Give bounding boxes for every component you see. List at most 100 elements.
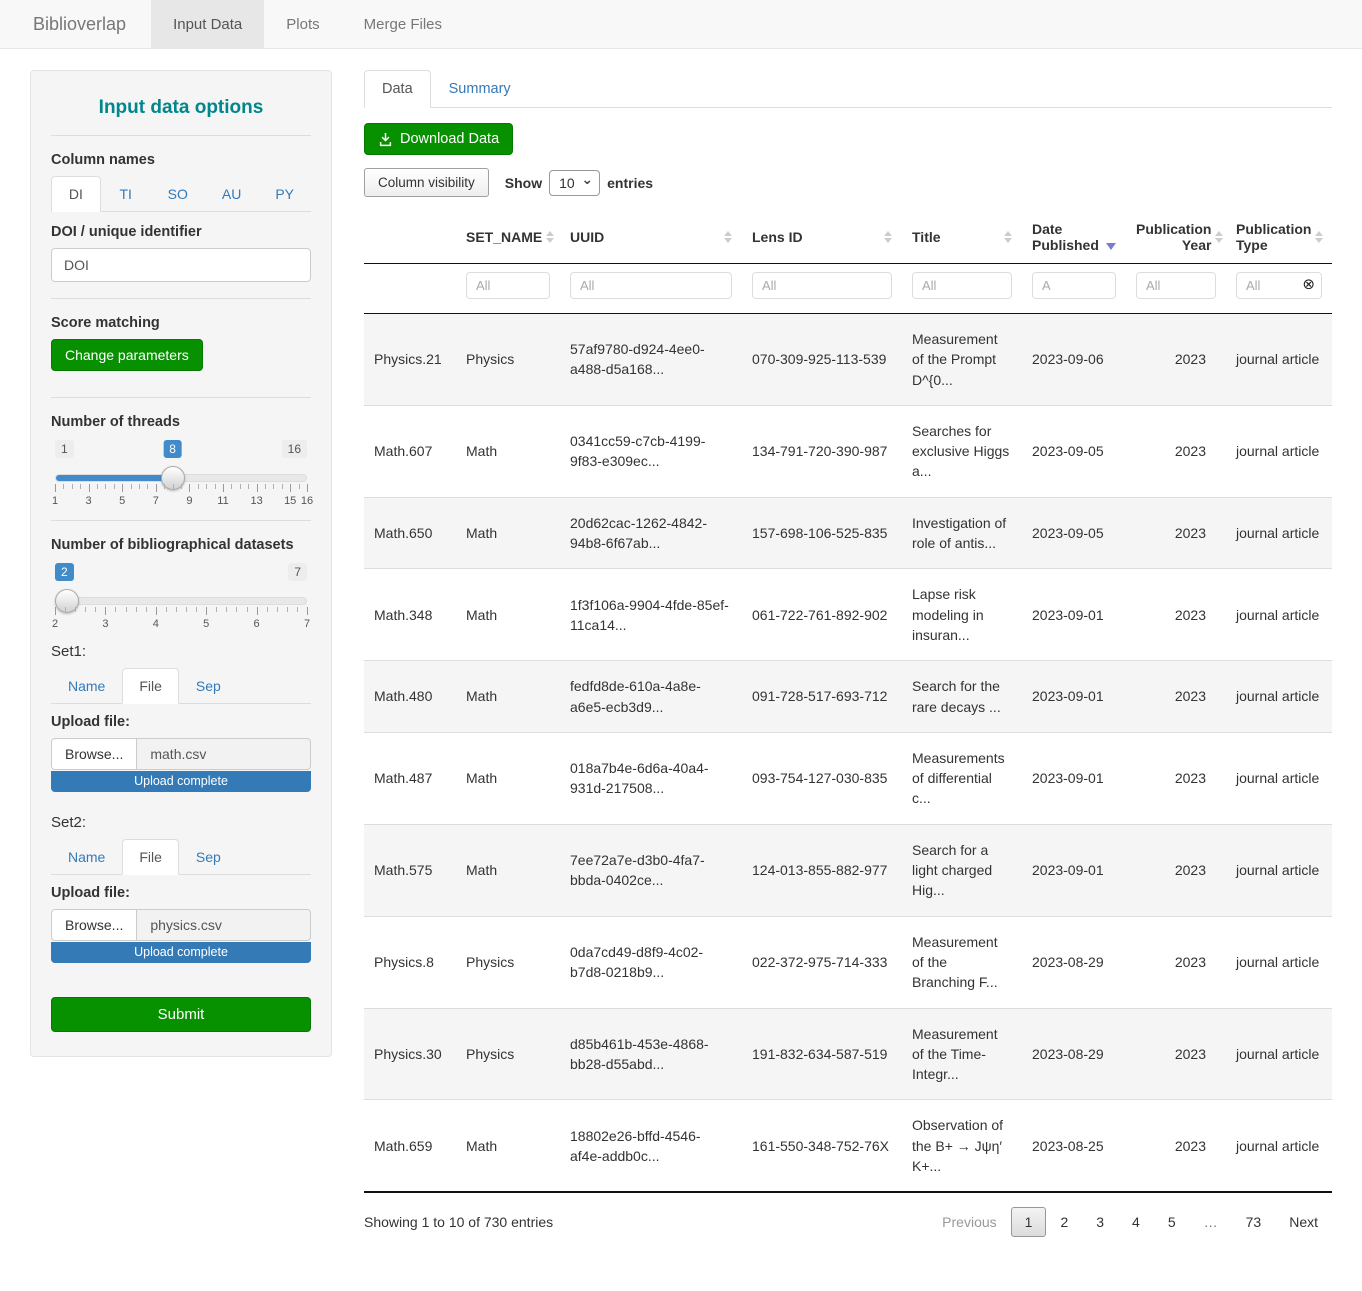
slider-tick-label: 3 [102, 618, 108, 630]
pagination-button-5[interactable]: 5 [1154, 1207, 1190, 1237]
column-filter-input[interactable] [1136, 272, 1216, 299]
title-cell: Measurement of the Prompt D^{0... [902, 314, 1022, 406]
pagination-button-3[interactable]: 3 [1082, 1207, 1118, 1237]
publication-type-cell: journal article [1226, 916, 1332, 1008]
threads-slider[interactable]: 11681357911131516 [55, 474, 307, 482]
column-header-label: Publication Type [1236, 221, 1311, 253]
column-filter-input[interactable] [1032, 272, 1116, 299]
tab-summary[interactable]: Summary [431, 70, 529, 108]
table-row[interactable]: Math.659Math18802e26-bffd-4546-af4e-addb… [364, 1100, 1332, 1192]
column-header-lens-id[interactable]: Lens ID [742, 211, 902, 264]
column-tab-di[interactable]: DI [51, 176, 101, 212]
column-filter-input[interactable] [752, 272, 892, 299]
sort-icon[interactable] [884, 231, 892, 243]
pagination-button-73[interactable]: 73 [1232, 1207, 1276, 1237]
set1-file-name[interactable]: math.csv [137, 738, 311, 770]
slider-tick-label: 1 [52, 495, 58, 507]
column-header-uuid[interactable]: UUID [560, 211, 742, 264]
threads-label: Number of threads [51, 414, 311, 430]
column-tab-au[interactable]: AU [205, 176, 258, 212]
pagination: Previous12345…73Next [928, 1207, 1332, 1237]
publication-year-cell: 2023 [1126, 497, 1226, 569]
sort-icon[interactable] [546, 231, 554, 243]
download-data-button[interactable]: Download Data [364, 123, 513, 155]
table-row[interactable]: Math.650Math20d62cac-1262-4842-94b8-6f67… [364, 497, 1332, 569]
slider-tick-label: 13 [250, 495, 262, 507]
pagination-button-2[interactable]: 2 [1046, 1207, 1082, 1237]
column-filter-cell [902, 264, 1022, 314]
column-header-publication-type[interactable]: Publication Type [1226, 211, 1332, 264]
row-name-cell: Physics.8 [364, 916, 456, 1008]
column-filter-input[interactable] [912, 272, 1012, 299]
page-length-select[interactable]: 10 [549, 170, 600, 196]
nav-tab-input-data[interactable]: Input Data [151, 0, 264, 48]
column-header-label: Title [912, 229, 941, 245]
set2-tab-name[interactable]: Name [51, 839, 122, 875]
uuid-cell: fedfd8de-610a-4a8e-a6e5-ecb3d9... [560, 661, 742, 733]
table-row[interactable]: Math.487Math018a7b4e-6d6a-40a4-931d-2175… [364, 732, 1332, 824]
nav-tab-plots[interactable]: Plots [264, 0, 341, 48]
datasets-slider[interactable]: 72234567 [55, 597, 307, 605]
slider-tick-label: 11 [217, 495, 228, 507]
date-published-cell: 2023-09-01 [1022, 569, 1126, 661]
set-name-cell: Math [456, 497, 560, 569]
set-name-cell: Physics [456, 1008, 560, 1100]
column-visibility-button[interactable]: Column visibility [364, 168, 489, 197]
nav-tab-merge-files[interactable]: Merge Files [342, 0, 464, 48]
table-row[interactable]: Math.575Math7ee72a7e-d3b0-4fa7-bbda-0402… [364, 824, 1332, 916]
column-name-tabs: DITISOAUPY [51, 176, 311, 212]
set2-tab-file[interactable]: File [122, 839, 179, 875]
slider-tick-label: 5 [119, 495, 125, 507]
set1-upload-label: Upload file: [51, 714, 311, 730]
table-row[interactable]: Physics.30Physicsd85b461b-453e-4868-bb28… [364, 1008, 1332, 1100]
publication-type-cell: journal article [1226, 314, 1332, 406]
column-tab-py[interactable]: PY [258, 176, 311, 212]
clear-filter-icon[interactable]: ⊗ [1302, 275, 1315, 293]
lens-id-cell: 022-372-975-714-333 [742, 916, 902, 1008]
set-name-cell: Math [456, 661, 560, 733]
table-row[interactable]: Math.607Math0341cc59-c7cb-4199-9f83-e309… [364, 405, 1332, 497]
slider-tick-label: 6 [254, 618, 260, 630]
divider [51, 397, 311, 398]
date-published-cell: 2023-09-01 [1022, 824, 1126, 916]
column-header-title[interactable]: Title [902, 211, 1022, 264]
column-header-date-published[interactable]: Date Published [1022, 211, 1126, 264]
table-row[interactable]: Math.480Mathfedfd8de-610a-4a8e-a6e5-ecb3… [364, 661, 1332, 733]
pagination-button-next[interactable]: Next [1275, 1207, 1332, 1237]
row-name-cell: Physics.21 [364, 314, 456, 406]
submit-button[interactable]: Submit [51, 997, 311, 1032]
set1-tab-file[interactable]: File [122, 668, 179, 704]
row-name-cell: Math.650 [364, 497, 456, 569]
sort-icon[interactable] [1315, 231, 1323, 243]
slider-tick-label: 2 [52, 618, 58, 630]
publication-year-cell: 2023 [1126, 1100, 1226, 1192]
column-tab-so[interactable]: SO [151, 176, 205, 212]
column-header-publication-year[interactable]: Publication Year [1126, 211, 1226, 264]
row-name-cell: Math.607 [364, 405, 456, 497]
set2-browse-button[interactable]: Browse... [51, 909, 137, 941]
column-filter-input[interactable] [466, 272, 550, 299]
doi-input[interactable] [51, 248, 311, 282]
set1-tab-name[interactable]: Name [51, 668, 122, 704]
data-table: SET_NAMEUUIDLens IDTitleDate PublishedPu… [364, 211, 1332, 1193]
pagination-button-4[interactable]: 4 [1118, 1207, 1154, 1237]
set1-browse-button[interactable]: Browse... [51, 738, 137, 770]
change-parameters-button[interactable]: Change parameters [51, 339, 203, 371]
column-filter-input[interactable] [570, 272, 732, 299]
tab-data[interactable]: Data [364, 70, 431, 108]
sort-icon[interactable] [1004, 231, 1012, 243]
table-row[interactable]: Math.348Math1f3f106a-9904-4fde-85ef-11ca… [364, 569, 1332, 661]
column-tab-ti[interactable]: TI [101, 176, 151, 212]
entries-label: entries [607, 175, 653, 191]
table-row[interactable]: Physics.21Physics57af9780-d924-4ee0-a488… [364, 314, 1332, 406]
set-name-cell: Math [456, 569, 560, 661]
column-header-set-name[interactable]: SET_NAME [456, 211, 560, 264]
set2-tab-sep[interactable]: Sep [179, 839, 238, 875]
pagination-button-1[interactable]: 1 [1011, 1207, 1047, 1237]
sort-icon[interactable] [1215, 231, 1223, 243]
slider-grid: 1357911131516 [55, 484, 307, 512]
sort-icon[interactable] [724, 231, 732, 243]
set2-file-name[interactable]: physics.csv [137, 909, 311, 941]
table-row[interactable]: Physics.8Physics0da7cd49-d8f9-4c02-b7d8-… [364, 916, 1332, 1008]
set1-tab-sep[interactable]: Sep [179, 668, 238, 704]
